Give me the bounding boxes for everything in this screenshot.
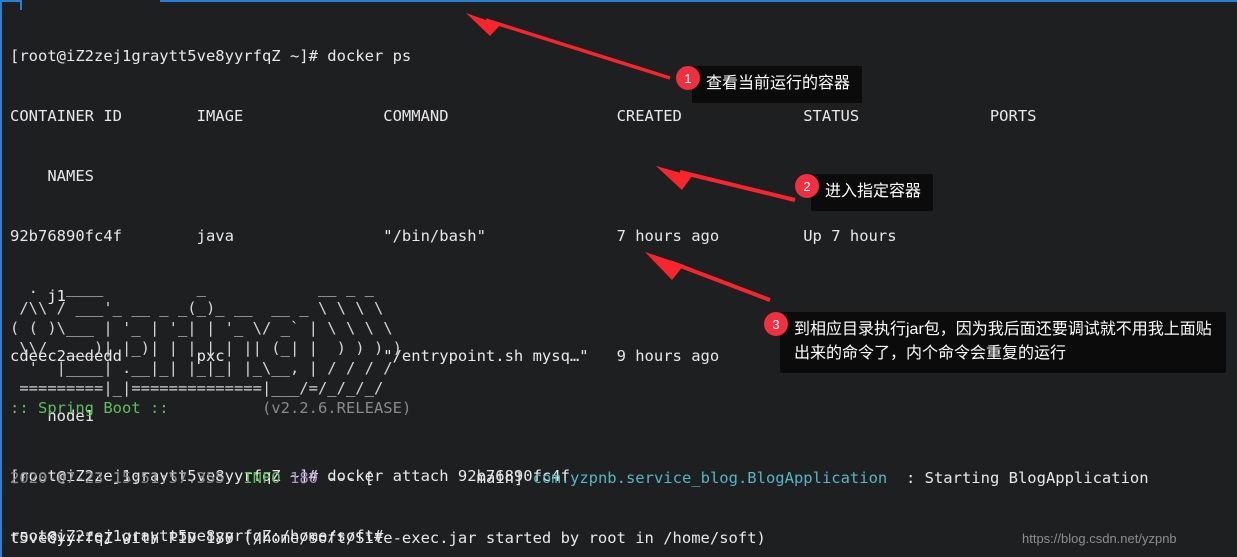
log-colon: : [905,469,916,487]
banner-line: /\\ / ___'_ __ _ _(_)_ __ __ _ \ \ \ \ [10,299,384,317]
log-thread: main] [374,469,524,487]
log-wrap-text: t5ve8yyrfqZ with PID 180 (/home/soft/Sit… [10,529,766,547]
banner-line: ( ( )\___ | '_ | '_| | '_ \/ _` | \ \ \ … [10,319,393,337]
annotation-callout-3[interactable]: 3 到相应目录执行jar包，因为我后面还要调试就不用我上面贴出来的命令了，内个命… [764,312,1226,373]
banner-line: . ____ _ __ _ _ [10,279,374,297]
terminal-screenshot: [root@iZ2zej1graytt5ve8yyrfqZ ~]# docker… [0,0,1237,557]
log-sep: --- [ [327,469,374,487]
log-level: INFO [243,469,281,487]
banner-spacer [169,399,262,417]
annotation-text-3: 到相应目录执行jar包，因为我后面还要调试就不用我上面贴出来的命令了，内个命令会… [780,312,1226,373]
site-watermark: https://blog.csdn.net/yzpnb [1022,531,1177,546]
banner-product-name: :: Spring Boot :: [10,399,169,417]
annotation-text-2: 进入指定容器 [811,174,934,211]
banner-line: =========|_|==============|___/=/_/_/_/ [10,379,384,397]
terminal-container-row: 92b76890fc4f java "/bin/bash" 7 hours ag… [10,227,897,245]
banner-line: ' |____| .__|_| |_|_| |_\__, | / / / / [10,359,393,377]
log-line: 2020-07-23 15:51:57.355 INFO 180 --- [ m… [10,468,1237,488]
annotation-callout-2[interactable]: 2 进入指定容器 [795,174,934,211]
terminal-line-text: [root@iZ2zej1graytt5ve8yyrfqZ ~]# docker… [10,47,412,65]
window-edge-left [0,0,2,557]
log-gap [915,469,924,487]
terminal-header-names: NAMES [10,167,94,185]
log-gap [887,469,906,487]
terminal-line: CONTAINER ID IMAGE COMMAND CREATED STATU… [10,106,1237,126]
annotation-badge-3[interactable]: 3 [764,312,788,336]
annotation-text-1: 查看当前运行的容器 [692,66,863,103]
log-gap [318,469,327,487]
banner-footer: :: Spring Boot :: (v2.2.6.RELEASE) [10,398,411,418]
banner-version: (v2.2.6.RELEASE) [261,399,412,417]
log-message: Starting BlogApplication [924,469,1149,487]
terminal-header-row: CONTAINER ID IMAGE COMMAND CREATED STATU… [10,107,1037,125]
spring-boot-banner: . ____ _ __ _ _ /\\ / ___'_ __ _ _(_)_ _… [10,278,411,418]
terminal-line: 92b76890fc4f java "/bin/bash" 7 hours ag… [10,226,1237,246]
terminal-line: [root@iZ2zej1graytt5ve8yyrfqZ ~]# docker… [10,46,1237,66]
terminal-line: NAMES [10,166,1237,186]
annotation-callout-1[interactable]: 1 查看当前运行的容器 [676,66,863,103]
log-gap [281,469,290,487]
annotation-badge-2[interactable]: 2 [795,174,819,198]
log-logger: com.yzpnb.service_blog.BlogApplication [532,469,888,487]
annotation-badge-1[interactable]: 1 [676,66,700,90]
log-gap [225,469,244,487]
window-edge-top [160,0,1237,2]
log-timestamp: 2020-07-23 15:51:57.355 [10,469,225,487]
banner-line: \\/ ___)| |_)| | | | | || (_| | ) ) ) ) [10,339,402,357]
log-pid: 180 [289,469,318,487]
log-gap [523,469,532,487]
